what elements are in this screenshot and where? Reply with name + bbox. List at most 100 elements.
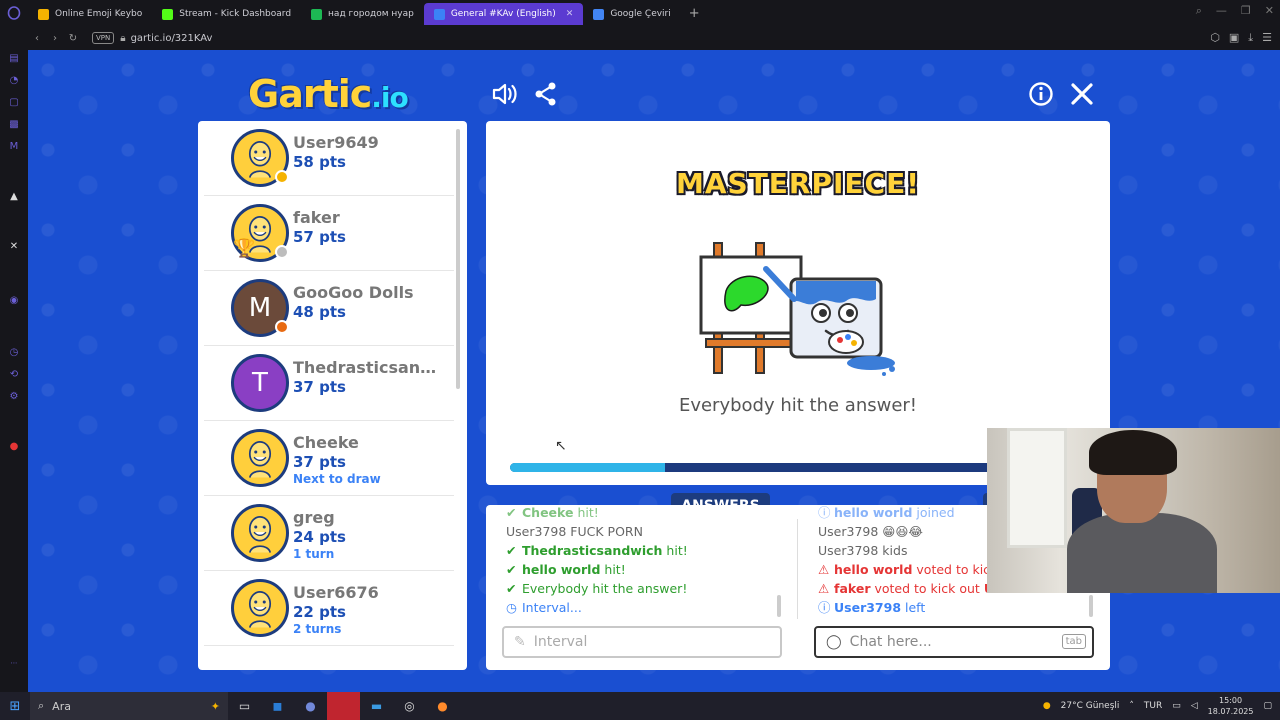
warning-icon: ⚠ — [818, 581, 830, 596]
extensions-icon[interactable]: ⬡ — [1210, 31, 1220, 45]
network-icon[interactable]: ▭ — [1172, 701, 1181, 711]
player-row[interactable]: 🏆 faker 57 pts — [204, 196, 454, 271]
answer-input-placeholder: Interval — [533, 634, 588, 650]
sidebar-settings-icon[interactable]: ⚙ — [7, 390, 21, 404]
close-window-icon[interactable]: ✕ — [1265, 4, 1274, 18]
browser-tab[interactable]: Online Emoji Keybo — [28, 3, 152, 25]
browser-tab[interactable]: над городом нуар — [301, 3, 424, 25]
sidebar-kick-icon[interactable]: ▲ — [7, 190, 21, 204]
new-tab-button[interactable]: + — [681, 6, 708, 21]
sidebar-mail-icon[interactable]: M — [7, 140, 21, 154]
search-highlight-icon: ✦ — [210, 699, 220, 713]
minimize-icon[interactable]: — — [1216, 4, 1227, 18]
clock[interactable]: 15:00 18.07.2025 — [1208, 695, 1254, 717]
maximize-icon[interactable]: ❐ — [1241, 4, 1251, 18]
sidebar-more-icon[interactable]: ⋯ — [7, 656, 21, 670]
player-row[interactable]: T Thedrasticsand... 37 pts — [204, 346, 454, 421]
logo-text: Gartic — [248, 72, 372, 116]
back-icon[interactable]: ‹ — [28, 33, 46, 44]
sidebar-clock-icon[interactable]: ◷ — [7, 346, 21, 360]
gartic-game-area: Gartic.io User9649 58 pts 🏆 faker 57 pts M… — [28, 50, 1280, 692]
sidebar-aria-icon[interactable]: ▤ — [7, 52, 21, 66]
check-icon: ✔ — [506, 581, 517, 596]
check-icon: ✔ — [506, 562, 517, 577]
player-points: 37 pts — [293, 453, 346, 471]
sidebar-player-icon[interactable]: ◉ — [7, 294, 21, 308]
language-indicator[interactable]: TUR — [1144, 701, 1162, 711]
answer-message: User3798 FUCK PORN — [506, 522, 786, 541]
tab-close-icon[interactable]: ✕ — [566, 9, 574, 19]
chat-scrollbar[interactable] — [1089, 595, 1093, 617]
firefox-icon[interactable]: ● — [426, 692, 459, 720]
outlook-icon[interactable]: ◼ — [261, 692, 294, 720]
player-row[interactable]: User6676 22 pts 2 turns — [204, 571, 454, 646]
check-icon: ✔ — [506, 505, 517, 520]
browser-tab[interactable]: General #KAv (English) ✕ — [423, 3, 584, 25]
browser-tab[interactable]: Google Çeviri — [583, 3, 680, 25]
vpn-badge[interactable]: VPN — [92, 32, 115, 44]
opera-logo-icon[interactable] — [0, 0, 28, 26]
player-points: 58 pts — [293, 153, 346, 171]
share-icon[interactable] — [532, 80, 560, 108]
chat-text: joined — [916, 505, 955, 520]
task-view-icon[interactable]: ▭ — [228, 692, 261, 720]
address-bar: ‹ › ↻ VPN 🔒︎ gartic.io/321KAv ⬡ ▣ ⤓ ☰ — [28, 26, 1280, 50]
toolbar-icons: ⬡ ▣ ⤓ ☰ — [1210, 31, 1272, 45]
volume-icon[interactable]: ◁ — [1191, 701, 1198, 711]
app-red-icon[interactable] — [327, 692, 360, 720]
avatar-letter: M — [248, 293, 272, 323]
answers-scrollbar[interactable] — [777, 595, 781, 617]
player-row[interactable]: Cheeke 37 pts Next to draw — [204, 421, 454, 496]
sidebar-history-icon[interactable]: ◔ — [7, 74, 21, 88]
windows-start-icon[interactable]: ⊞ — [0, 699, 30, 714]
info-icon: ⓘ — [818, 505, 831, 520]
sidebar-x-icon[interactable]: ✕ — [7, 240, 21, 254]
browser-tab[interactable]: Stream - Kick Dashboard — [152, 3, 301, 25]
sidebar-record-icon[interactable]: ● — [7, 440, 21, 454]
sound-icon[interactable] — [490, 80, 518, 108]
player-points: 48 pts — [293, 303, 346, 321]
answer-input[interactable]: ✎ Interval — [502, 626, 782, 658]
taskbar-search[interactable]: ⌕ Ara ✦ — [30, 692, 228, 720]
browser-sidebar: ▤ ◔ ▢ ▩ M ▲ ✕ ◉ ◷ ⟲ ⚙ ● ⋯ — [0, 26, 28, 692]
panel-divider — [797, 519, 798, 619]
chat-text: left — [905, 600, 926, 615]
result-title: MASTERPIECE! — [676, 167, 920, 200]
weather-icon: ● — [1042, 701, 1051, 711]
player-row[interactable]: User9649 58 pts — [204, 121, 454, 196]
mouse-cursor-icon: ↖ — [555, 438, 567, 454]
player-list-scrollbar[interactable] — [456, 129, 460, 389]
tab-label: над городом нуар — [328, 9, 414, 19]
player-avatar: T — [231, 354, 289, 412]
notification-icon[interactable]: ▢ — [1263, 701, 1272, 711]
search-tabs-icon[interactable]: ⌕ — [1196, 4, 1202, 18]
forward-icon[interactable]: › — [46, 33, 64, 44]
sidebar-bag-icon[interactable]: ▢ — [7, 96, 21, 110]
chat-bubble-icon: ◯ — [826, 634, 842, 650]
tray-chevron-icon[interactable]: ˄ — [1129, 701, 1134, 711]
download-icon[interactable]: ⤓ — [1248, 31, 1253, 45]
system-tray: ● 27°C Güneşli ˄ TUR ▭ ◁ 15:00 18.07.202… — [1043, 692, 1272, 720]
sidebar-twitch-icon[interactable]: ▩ — [7, 118, 21, 132]
weather-text[interactable]: 27°C Güneşli — [1061, 701, 1120, 711]
chat-text: 😁😆😂 — [882, 524, 923, 539]
player-row[interactable]: M GooGoo Dolls 48 pts — [204, 271, 454, 346]
discord-icon[interactable]: ● — [294, 692, 327, 720]
close-icon[interactable] — [1068, 80, 1096, 108]
player-row[interactable]: greg 24 pts 1 turn — [204, 496, 454, 571]
reload-icon[interactable]: ↻ — [64, 33, 82, 44]
answer-user: Cheeke — [522, 505, 574, 520]
obs-icon[interactable]: ◎ — [393, 692, 426, 720]
status-dot — [275, 245, 289, 259]
url-field[interactable]: gartic.io/321KAv — [131, 33, 213, 44]
file-explorer-icon[interactable]: ▬ — [360, 692, 393, 720]
player-turn-note: 2 turns — [293, 622, 342, 636]
webcam-person-hair — [1089, 430, 1177, 475]
info-icon[interactable] — [1027, 80, 1055, 108]
chat-input[interactable]: ◯ Chat here... tab — [814, 626, 1094, 658]
sidebar-sync-icon[interactable]: ⟲ — [7, 368, 21, 382]
wallet-icon[interactable]: ▣ — [1229, 31, 1239, 45]
menu-icon[interactable]: ☰ — [1262, 31, 1272, 45]
tab-key-hint: tab — [1061, 634, 1086, 649]
gartic-logo[interactable]: Gartic.io — [248, 72, 409, 116]
